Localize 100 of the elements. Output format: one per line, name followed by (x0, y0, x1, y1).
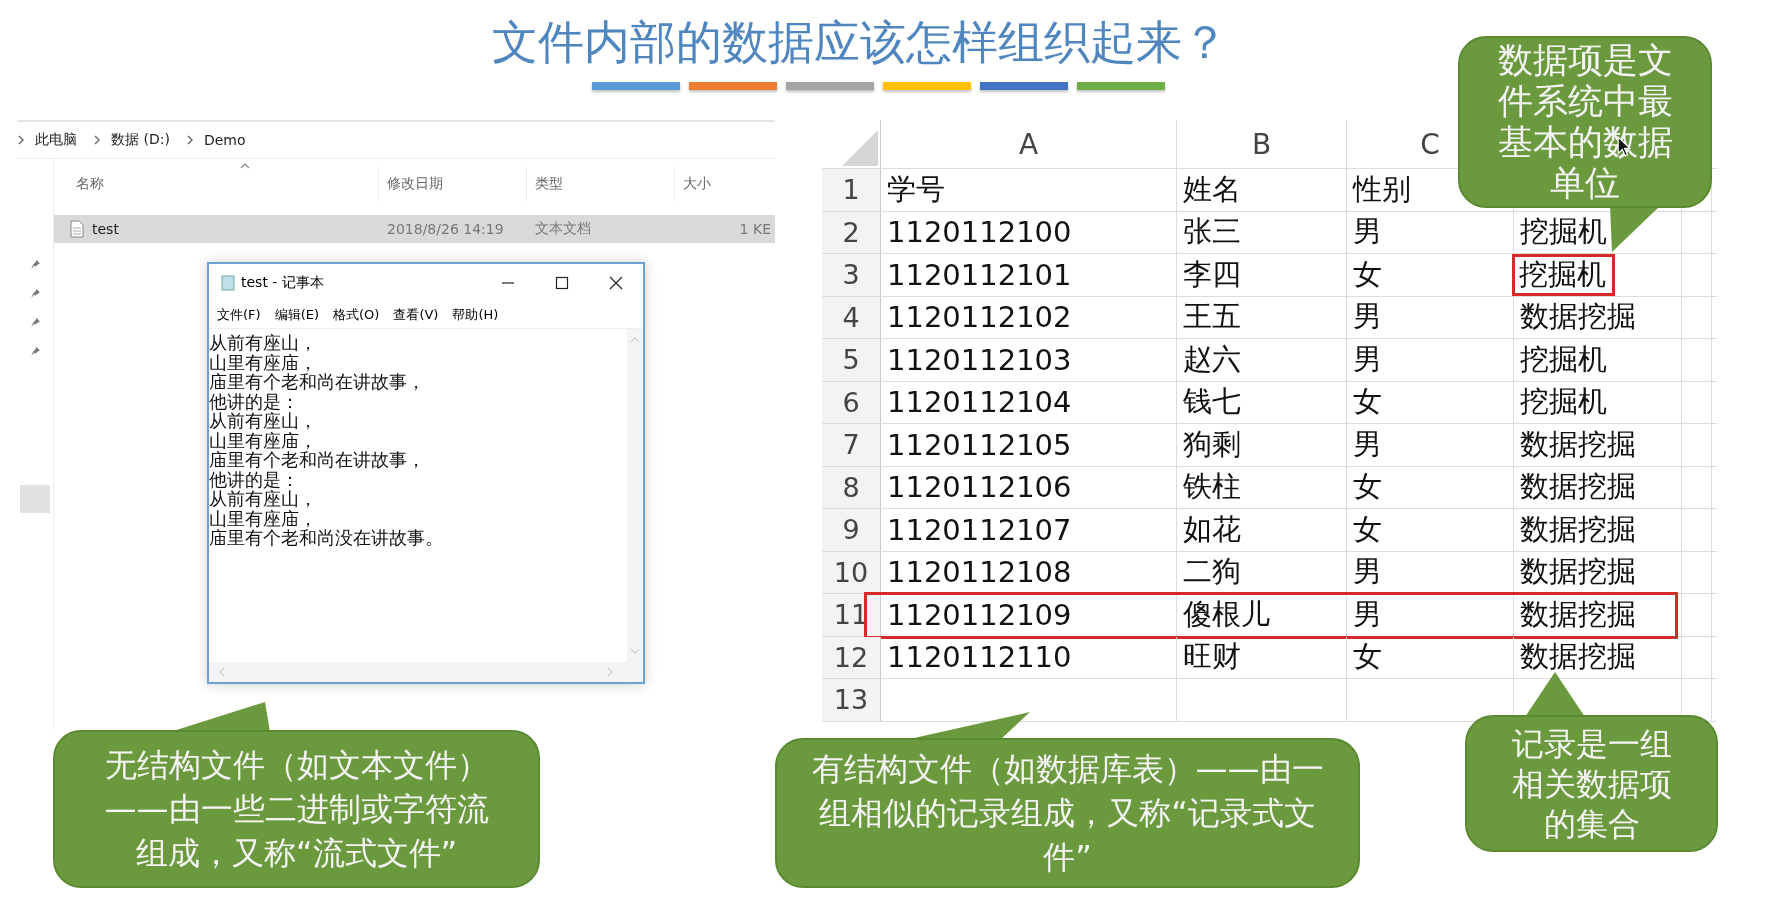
table-cell-text: 女 (1353, 510, 1382, 548)
table-cell-text: 数据挖掘 (1520, 425, 1636, 463)
table-cell-text: 二狗 (1183, 553, 1241, 591)
text-line: 从前有座山， (209, 333, 318, 353)
table-cell-text: 数据挖掘 (1520, 298, 1636, 336)
row-number[interactable]: 6 (822, 381, 881, 423)
table-cell-text: 旺财 (1183, 638, 1241, 676)
maximize-icon[interactable] (555, 276, 569, 290)
menu-item[interactable]: 帮助(H) (452, 306, 499, 324)
window-title: test - 记事本 (241, 274, 324, 292)
table-cell-text: 挖掘机 (1520, 383, 1607, 421)
column-header[interactable]: 大小 (675, 166, 775, 202)
table-cell-text: 女 (1353, 468, 1382, 506)
menu-item[interactable]: 文件(F) (217, 306, 261, 324)
file-name: test (92, 221, 119, 237)
text-area[interactable]: 从前有座山， 山里有座庙， 庙里有个老和尚在讲故事， 他讲的是： 从前有座山， 山里有座庙， 庙里有个老和尚在讲故事， 他讲的是： 从前有座山， 山里有座庙， 庙里有个老和尚没在讲故事。 (209, 328, 643, 662)
table-cell-text: 数据挖掘 (1520, 468, 1636, 506)
scroll-right-icon[interactable] (607, 667, 613, 677)
row-number[interactable]: 10 (822, 551, 881, 593)
pin-icon[interactable] (29, 317, 41, 328)
table-cell-text: 男 (1353, 595, 1382, 633)
text-line: 他讲的是： (209, 469, 300, 489)
menu-item[interactable]: 编辑(E) (274, 306, 319, 324)
row-number[interactable]: 7 (822, 424, 881, 466)
row-number[interactable]: 8 (822, 466, 881, 508)
table-cell-text: 数据挖掘 (1520, 553, 1636, 591)
text-line: 山里有座庙， (209, 352, 318, 372)
file-type: 文本文档 (534, 220, 592, 238)
table-cell: 1120112101 (887, 257, 1072, 292)
row-number[interactable]: 4 (822, 296, 881, 338)
table-cell-text: 性别 (1353, 170, 1411, 208)
notepad-icon (221, 275, 235, 291)
chevron-icon (93, 135, 101, 145)
vertical-scrollbar[interactable] (627, 329, 643, 662)
column-header[interactable]: 名称 (54, 166, 379, 202)
breadcrumb-item[interactable]: 数据 (D:) (111, 131, 170, 149)
document-icon (70, 220, 84, 238)
row-number[interactable]: 1 (822, 169, 881, 211)
row-number[interactable]: 3 (822, 254, 881, 296)
scroll-left-icon[interactable] (219, 667, 225, 677)
scroll-up-icon[interactable] (630, 337, 640, 343)
table-cell-text: 姓名 (1183, 170, 1241, 208)
file-size: 1 KE (738, 221, 772, 237)
table-cell-text: 钱七 (1183, 383, 1241, 421)
menu-item[interactable]: 格式(O) (333, 306, 380, 324)
column-header[interactable]: 类型 (527, 166, 675, 202)
row-number[interactable]: 13 (822, 679, 881, 721)
table-cell: 1120112106 (887, 470, 1072, 505)
table-cell-text: 张三 (1183, 213, 1241, 251)
text-line: 从前有座山， (209, 411, 318, 431)
table-cell: 1120112100 (887, 215, 1072, 250)
breadcrumb-item[interactable]: Demo (203, 132, 246, 148)
table-cell-text: 如花 (1183, 510, 1241, 548)
text-line: 山里有座庙， (209, 430, 318, 450)
table-cell-text: 数据挖掘 (1520, 595, 1636, 633)
text-line: 庙里有个老和尚在讲故事， (209, 372, 426, 392)
table-cell-text: 挖掘机 (1519, 255, 1606, 293)
table-cell-text: 男 (1353, 553, 1382, 591)
table-cell-text: 男 (1353, 425, 1382, 463)
row-number[interactable]: 12 (822, 636, 881, 678)
pin-icon[interactable] (29, 259, 41, 270)
column-header[interactable]: C (1420, 127, 1440, 161)
scroll-down-icon[interactable] (630, 648, 640, 654)
pin-icon[interactable] (29, 288, 41, 299)
table-cell-text: 女 (1353, 638, 1382, 676)
scroll-thumb[interactable] (20, 485, 50, 513)
table-cell: 1120112110 (887, 640, 1072, 675)
column-header[interactable]: A (1018, 127, 1039, 161)
close-icon[interactable] (609, 276, 623, 290)
table-cell: 1120112102 (887, 300, 1072, 335)
breadcrumb-item[interactable]: 此电脑 (35, 131, 77, 149)
row-number[interactable]: 5 (822, 339, 881, 381)
table-cell-text: 女 (1353, 383, 1382, 421)
horizontal-scrollbar[interactable] (209, 662, 643, 682)
table-cell-text: 学号 (887, 170, 945, 208)
table-cell: 1120112109 (887, 597, 1072, 632)
text-line: 山里有座庙， (209, 508, 318, 528)
row-number[interactable]: 9 (822, 509, 881, 551)
select-all-triangle-icon[interactable] (840, 128, 880, 168)
chevron-icon (185, 135, 194, 145)
text-line: 庙里有个老和尚在讲故事， (209, 450, 426, 470)
pin-icon[interactable] (29, 346, 41, 357)
table-cell: 1120112107 (887, 512, 1072, 547)
table-cell-text: 男 (1353, 340, 1382, 378)
column-header[interactable]: 修改日期 (379, 166, 527, 202)
text-line: 从前有座山， (209, 489, 318, 509)
file-date: 2018/8/26 14:19 (386, 221, 505, 237)
table-cell-text: 男 (1353, 298, 1382, 336)
row-number[interactable]: 11 (822, 594, 881, 636)
file-row[interactable]: test 2018/8/26 14:19 文本文档 1 KE (54, 215, 775, 243)
column-header[interactable]: B (1251, 127, 1272, 161)
text-line: 庙里有个老和尚没在讲故事。 (209, 528, 444, 548)
table-cell: 1120112103 (887, 342, 1072, 377)
menu-item[interactable]: 查看(V) (393, 306, 439, 324)
slide-title: 文件内部的数据应该怎样组织起来？ (492, 15, 1228, 69)
table-cell: 1120112108 (887, 555, 1072, 590)
table-cell-text: 王五 (1183, 298, 1241, 336)
table-cell-text: 狗剩 (1183, 425, 1241, 463)
row-number[interactable]: 2 (822, 211, 881, 253)
table-cell: 1120112105 (887, 427, 1072, 462)
